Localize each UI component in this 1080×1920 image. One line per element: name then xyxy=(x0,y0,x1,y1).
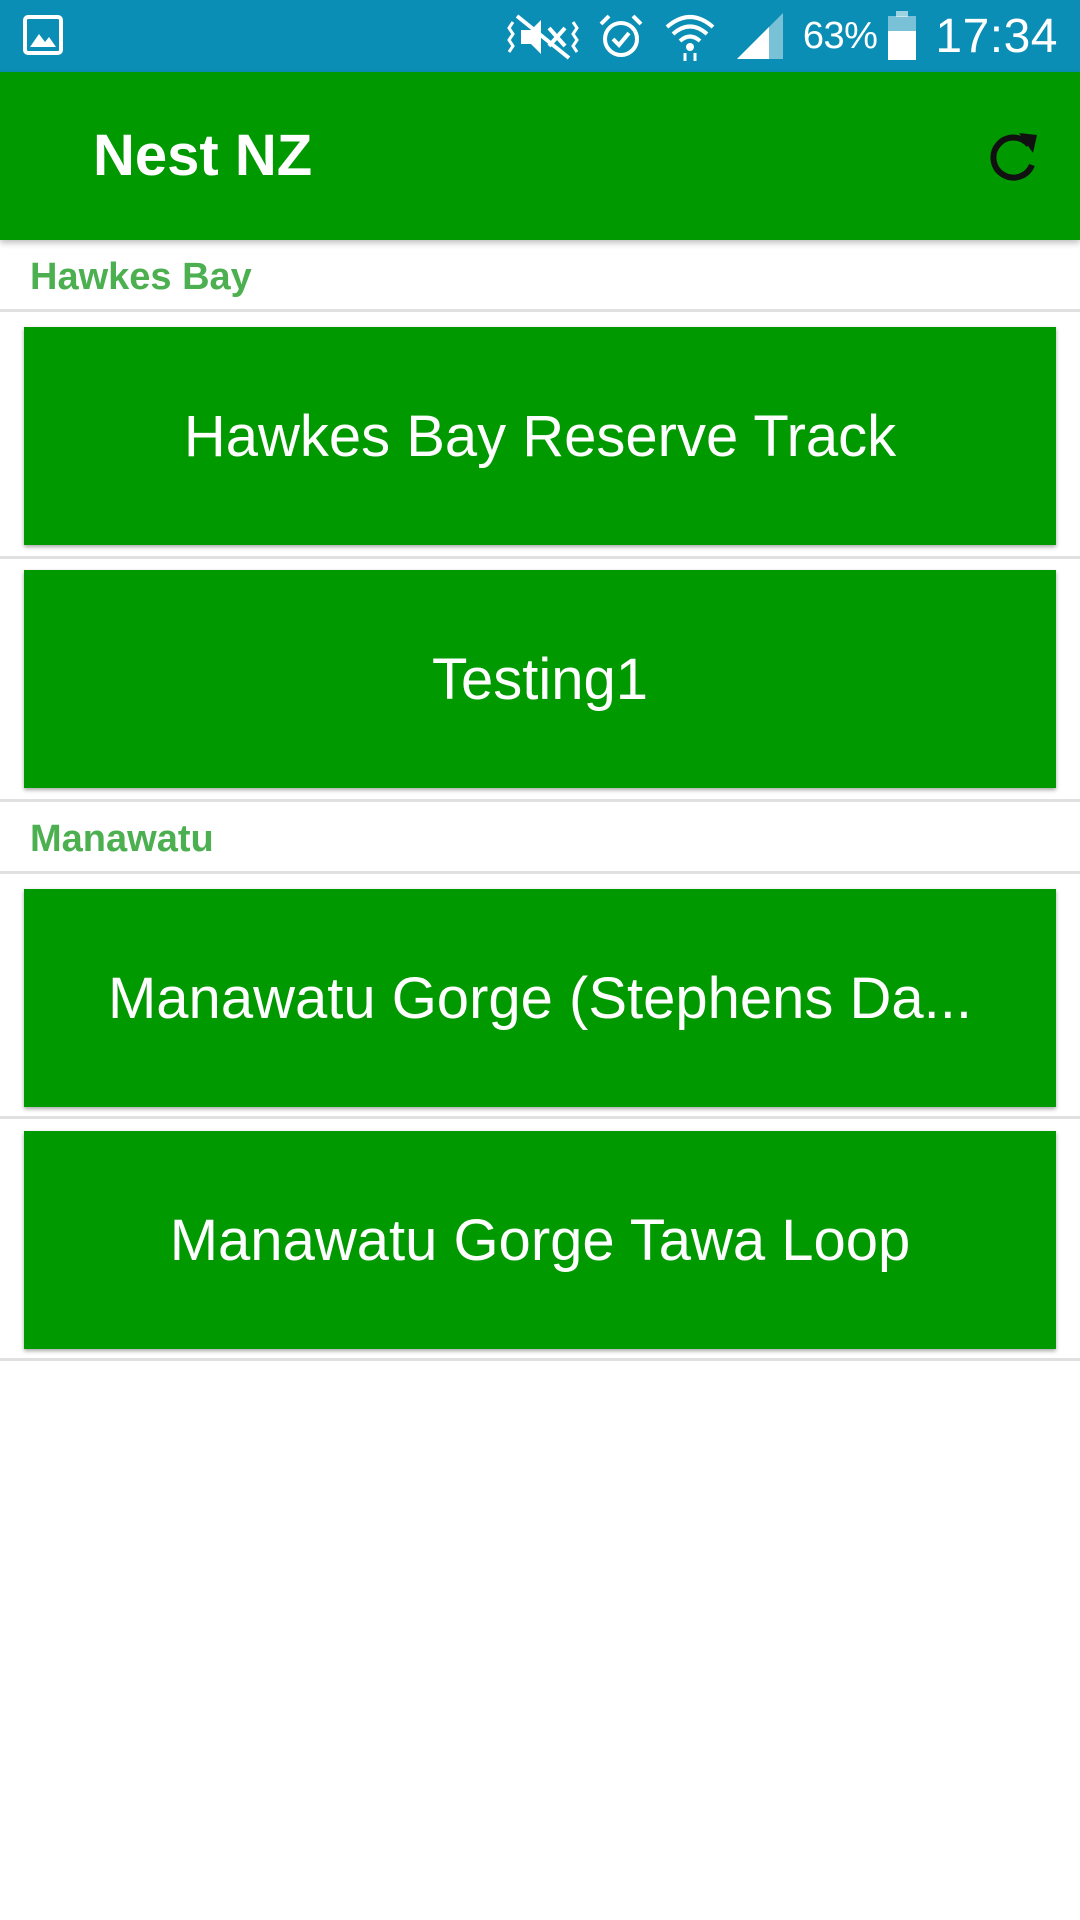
divider xyxy=(0,556,1080,559)
status-bar: 63% 17:34 xyxy=(0,0,1080,72)
track-button-manawatu-gorge-stephens[interactable]: Manawatu Gorge (Stephens Da... xyxy=(24,889,1056,1107)
divider xyxy=(0,1358,1080,1361)
track-button-manawatu-gorge-tawa-loop[interactable]: Manawatu Gorge Tawa Loop xyxy=(24,1131,1056,1349)
section-header-manawatu: Manawatu xyxy=(0,802,1080,874)
wifi-icon xyxy=(663,9,717,63)
track-label: Hawkes Bay Reserve Track xyxy=(183,403,897,469)
track-button-testing1[interactable]: Testing1 xyxy=(24,570,1056,788)
track-button-hawkes-bay-reserve-track[interactable]: Hawkes Bay Reserve Track xyxy=(24,327,1056,545)
section-header-hawkes-bay: Hawkes Bay xyxy=(0,240,1080,312)
refresh-icon xyxy=(990,133,1037,181)
alarm-icon xyxy=(597,12,645,60)
clock: 17:34 xyxy=(935,9,1058,63)
signal-icon xyxy=(735,11,785,61)
battery-percent: 63% xyxy=(802,14,878,57)
vibrate-mute-icon xyxy=(507,12,579,60)
section-header-label: Hawkes Bay xyxy=(30,256,252,298)
track-label: Manawatu Gorge (Stephens Da... xyxy=(107,965,973,1031)
section-header-label: Manawatu xyxy=(30,818,214,860)
track-label: Manawatu Gorge Tawa Loop xyxy=(169,1207,911,1273)
gallery-icon xyxy=(22,14,64,56)
app-bar: Nest NZ xyxy=(0,72,1080,240)
app-title: Nest NZ xyxy=(93,123,313,188)
refresh-button[interactable] xyxy=(980,124,1046,190)
divider xyxy=(0,1116,1080,1119)
track-label: Testing1 xyxy=(431,646,649,712)
battery-icon xyxy=(887,11,917,61)
